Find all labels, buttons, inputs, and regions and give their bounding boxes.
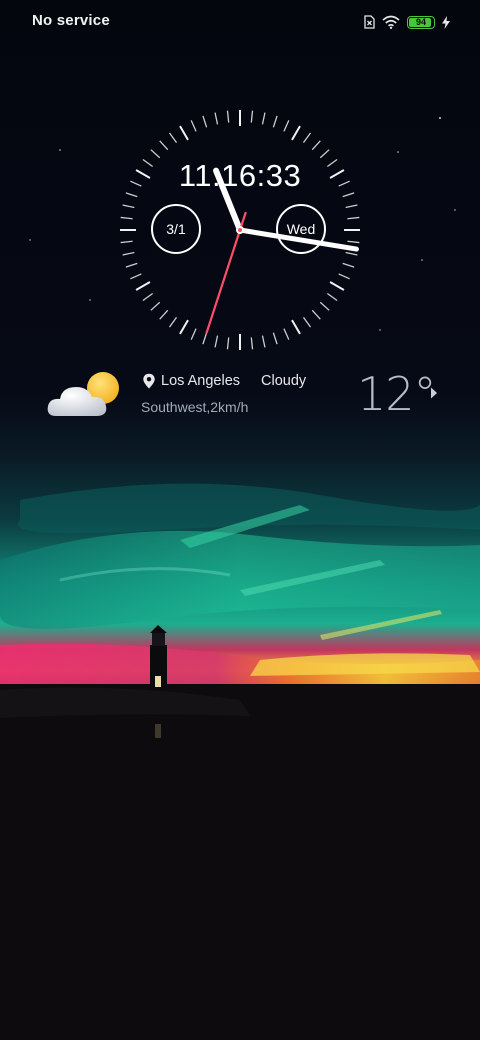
- status-bar: No service 94: [0, 0, 480, 44]
- wifi-icon: [382, 15, 400, 29]
- lock-screen-clock[interactable]: 11:16:33 3/1 Wed: [118, 108, 362, 352]
- clock-hands: [205, 167, 359, 334]
- weather-location: Los Angeles: [161, 373, 241, 389]
- location-pin-icon: [143, 373, 155, 389]
- weather-condition: Cloudy: [261, 373, 307, 389]
- status-icons: 94: [364, 13, 450, 31]
- weather-location-row: Los Angeles Cloudy: [142, 373, 306, 389]
- charging-bolt-icon: [442, 15, 450, 29]
- weather-wind: Southwest,2km/h: [141, 399, 249, 415]
- sim-missing-icon: [364, 15, 375, 29]
- battery-level: 94: [415, 17, 426, 27]
- chevron-right-icon[interactable]: [429, 386, 439, 400]
- weather-widget[interactable]: Los Angeles Cloudy Southwest,2km/h 12°: [0, 362, 480, 422]
- weather-temperature: 12°: [357, 367, 437, 421]
- hour-hand: [213, 167, 243, 233]
- battery-icon: 94: [407, 15, 435, 29]
- minute-hand: [237, 227, 359, 252]
- hand-pivot-center: [238, 228, 242, 232]
- lock-screen: No service 94 11:16:33 3/1 Wed Los Angel…: [0, 0, 480, 1040]
- carrier-label: No service: [32, 12, 110, 29]
- partly-cloudy-icon: [47, 372, 119, 416]
